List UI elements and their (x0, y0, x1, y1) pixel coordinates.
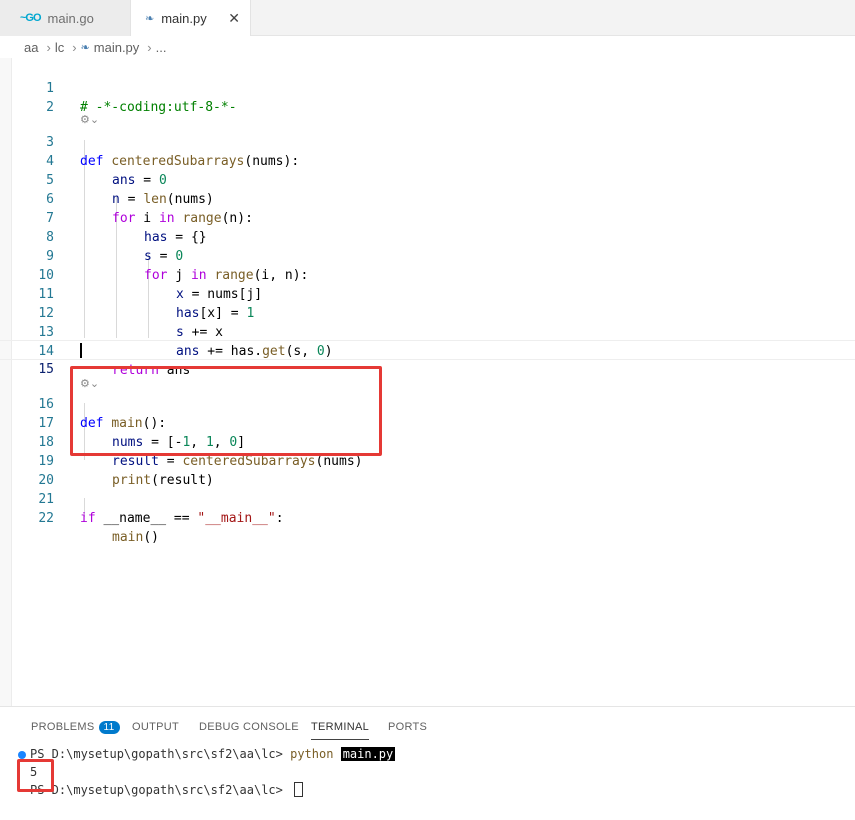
terminal-line: PS D:\mysetup\gopath\src\sf2\aa\lc> (30, 781, 304, 799)
tab-debug-console[interactable]: DEBUG CONSOLE (199, 721, 299, 733)
chevron-right-icon: › (72, 39, 77, 55)
code-line: 7 has = {} (0, 190, 855, 245)
tab-output[interactable]: OUTPUT (132, 721, 179, 733)
close-icon[interactable]: ✕ (228, 10, 240, 27)
breadcrumb: aa › lc › ❧ main.py › ... (0, 36, 855, 58)
highlight-box (70, 366, 382, 456)
code-editor[interactable]: 1 # -*-coding:utf-8-*- 2 ⚙⌄ 3 def center… (0, 58, 855, 706)
code-line: 11 has[x] = 1 (0, 266, 855, 321)
tab-main-py[interactable]: ❧ main.py ✕ (131, 0, 251, 36)
code-text: if __name__ == "__main__": (80, 511, 284, 526)
editor-tab-bar: ~GO main.go ❧ main.py ✕ (0, 0, 855, 36)
code-line: 3 def centeredSubarrays(nums): (0, 114, 855, 169)
code-line: 4 ans = 0 (0, 133, 855, 188)
tab-terminal[interactable]: TERMINAL (311, 721, 370, 740)
tab-main-go[interactable]: ~GO main.go (0, 0, 131, 36)
terminal-cursor (294, 782, 304, 797)
breadcrumb-item[interactable]: ... (156, 40, 167, 55)
code-line: 1 # -*-coding:utf-8-*- (0, 60, 855, 115)
command-decoration-icon[interactable] (18, 751, 26, 759)
chevron-right-icon: › (147, 39, 152, 55)
python-file-icon: ❧ (145, 12, 155, 25)
code-line: 12 s += x (0, 285, 855, 340)
chevron-right-icon: › (46, 39, 51, 55)
code-text: main() (112, 530, 159, 545)
panel-tabs: PROBLEMS 11 OUTPUT DEBUG CONSOLE TERMINAL… (0, 707, 855, 747)
tab-label: main.go (47, 10, 94, 26)
bottom-panel: PROBLEMS 11 OUTPUT DEBUG CONSOLE TERMINAL… (0, 706, 855, 820)
code-line: 21 if __name__ == "__main__": (0, 471, 855, 526)
code-line: 22 main() (0, 490, 855, 545)
go-file-icon: ~GO (20, 12, 42, 24)
code-line: 5 n = len(nums) (0, 152, 855, 207)
code-line: 10 x = nums[j] (0, 247, 855, 302)
codelens-row: ⚙⌄ (0, 96, 855, 126)
text-cursor (80, 343, 82, 358)
code-line: 9 for j in range(i, n): (0, 228, 855, 283)
python-file-icon: ❧ (80, 41, 90, 54)
tab-label: main.py (161, 10, 207, 26)
breadcrumb-item[interactable]: main.py (94, 40, 140, 55)
highlight-box (17, 759, 54, 792)
tab-ports[interactable]: PORTS (388, 721, 427, 733)
breadcrumb-item[interactable]: lc (55, 40, 64, 55)
breadcrumb-item[interactable]: aa (24, 40, 38, 55)
tab-problems[interactable]: PROBLEMS 11 (31, 721, 120, 734)
code-line: 13 ans += has.get(s, 0) (0, 304, 855, 359)
problems-count-badge: 11 (98, 721, 120, 734)
code-line: 6 for i in range(n): (0, 171, 855, 226)
code-line: 8 s = 0 (0, 209, 855, 264)
current-line: 15 (0, 340, 855, 377)
terminal-line: PS D:\mysetup\gopath\src\sf2\aa\lc> pyth… (30, 747, 396, 761)
line-number: 22 (38, 511, 54, 526)
